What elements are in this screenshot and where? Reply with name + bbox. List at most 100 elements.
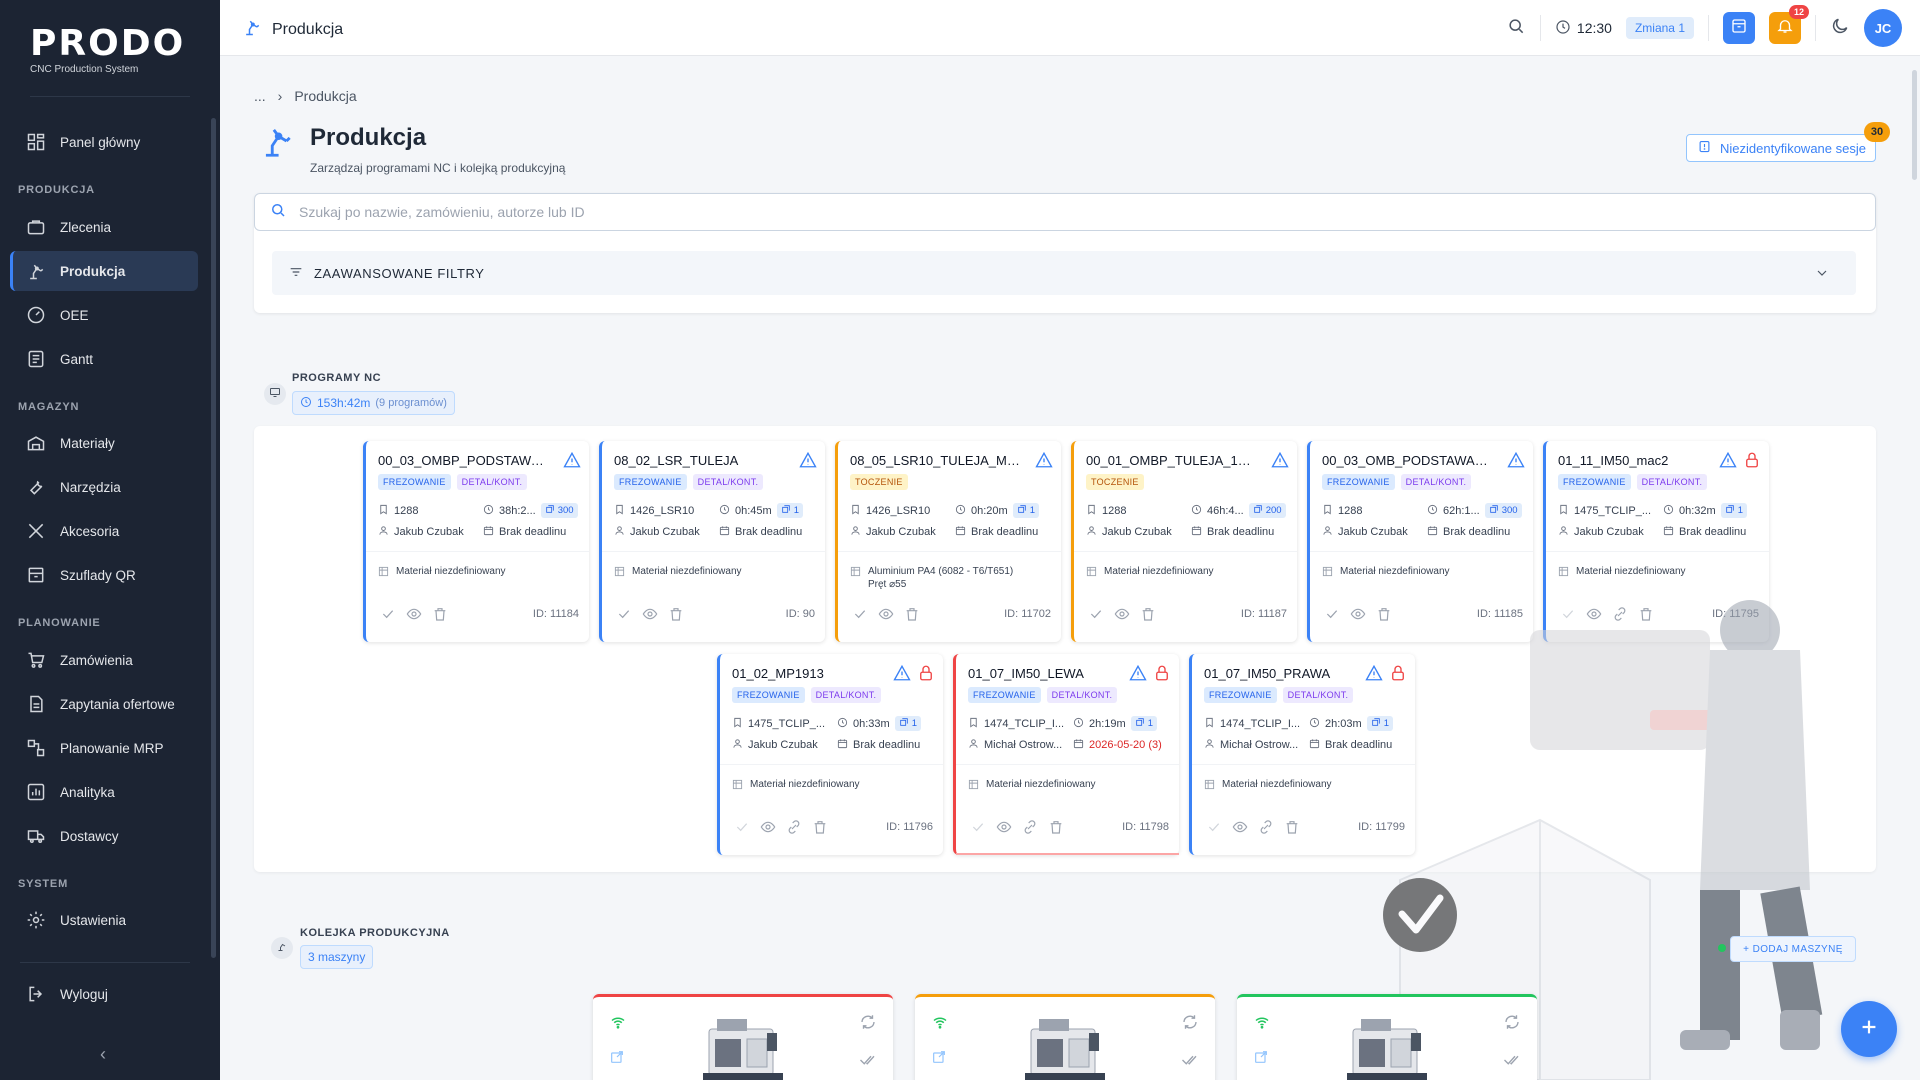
archive-button[interactable]	[1723, 12, 1755, 44]
program-name[interactable]: 01_02_MP1913	[732, 666, 902, 681]
sidebar-item-ustawienia[interactable]: Ustawienia	[10, 900, 198, 940]
program-card[interactable]: 01_11_IM50_mac2 FREZOWANIE DETAL/KONT. 1475…	[1543, 441, 1769, 642]
warning-icon[interactable]	[799, 451, 817, 472]
preview-button[interactable]	[1114, 606, 1130, 625]
preview-button[interactable]	[1586, 606, 1602, 625]
sync-button[interactable]	[859, 1013, 877, 1036]
sync-button[interactable]	[1181, 1013, 1199, 1036]
advanced-filters-toggle[interactable]: ZAAWANSOWANE FILTRY	[272, 251, 1856, 295]
program-name[interactable]: 01_07_IM50_LEWA	[968, 666, 1138, 681]
warning-icon[interactable]	[1507, 451, 1525, 472]
open-external-button[interactable]	[609, 1049, 625, 1070]
add-fab-button[interactable]	[1841, 1001, 1897, 1057]
machine-card[interactable]	[1237, 994, 1537, 1080]
machine-card[interactable]	[593, 994, 893, 1080]
warning-icon[interactable]	[1719, 451, 1737, 472]
warning-icon[interactable]	[563, 451, 581, 472]
lock-icon[interactable]	[917, 664, 935, 685]
link-button[interactable]	[786, 819, 802, 838]
double-check-button[interactable]	[1503, 1051, 1521, 1074]
program-name[interactable]: 08_05_LSR10_TULEJA_MAC1_co...	[850, 453, 1020, 468]
program-name[interactable]: 01_07_IM50_PRAWA	[1204, 666, 1374, 681]
double-check-button[interactable]	[859, 1051, 877, 1074]
sidebar-item-planowanie-mrp[interactable]: Planowanie MRP	[10, 728, 198, 768]
delete-button[interactable]	[432, 606, 448, 625]
preview-button[interactable]	[1232, 819, 1248, 838]
warning-icon[interactable]	[1035, 451, 1053, 472]
search-field[interactable]	[254, 193, 1876, 231]
program-card[interactable]: 01_07_IM50_LEWA FREZOWANIE DETAL/KONT. 1474…	[953, 654, 1179, 855]
sidebar-item-materialy[interactable]: Materiały	[10, 423, 198, 463]
program-card[interactable]: 00_03_OMBP_PODSTAWA_M... FREZOWANIE DETAL/…	[363, 441, 589, 642]
program-card[interactable]: 00_01_OMBP_TULEJA_150_... TOCZENIE 1288 46h…	[1071, 441, 1297, 642]
approve-button[interactable]	[970, 819, 986, 838]
delete-button[interactable]	[668, 606, 684, 625]
sidebar-item-analityka[interactable]: Analityka	[10, 772, 198, 812]
app-logo[interactable]: PRODO CNC Production System	[30, 26, 185, 76]
warning-icon[interactable]	[893, 664, 911, 685]
approve-button[interactable]	[380, 606, 396, 625]
lock-icon[interactable]	[1389, 664, 1407, 685]
notifications-button[interactable]: 12	[1769, 5, 1809, 44]
approve-button[interactable]	[1088, 606, 1104, 625]
program-name[interactable]: 01_11_IM50_mac2	[1558, 453, 1728, 468]
machine-card[interactable]	[915, 994, 1215, 1080]
approve-button[interactable]	[616, 606, 632, 625]
add-machine-button[interactable]: + DODAJ MASZYNĘ	[1730, 936, 1856, 962]
link-button[interactable]	[1612, 606, 1628, 625]
approve-button[interactable]	[1206, 819, 1222, 838]
sidebar-item-zlecenia[interactable]: Zlecenia	[10, 207, 198, 247]
double-check-button[interactable]	[1181, 1051, 1199, 1074]
lock-icon[interactable]	[1153, 664, 1171, 685]
approve-button[interactable]	[1560, 606, 1576, 625]
lock-icon[interactable]	[1743, 451, 1761, 472]
preview-button[interactable]	[878, 606, 894, 625]
sidebar-item-narzedzia[interactable]: Narzędzia	[10, 467, 198, 507]
program-name[interactable]: 00_03_OMB_PODSTAWA_MAC	[1322, 453, 1492, 468]
sidebar-item-panel-glowny[interactable]: Panel główny	[10, 122, 198, 162]
open-external-button[interactable]	[1253, 1049, 1269, 1070]
delete-button[interactable]	[1284, 819, 1300, 838]
program-card[interactable]: 08_02_LSR_TULEJA FREZOWANIE DETAL/KONT. 142…	[599, 441, 825, 642]
page-scrollbar[interactable]	[1912, 70, 1917, 180]
sidebar-item-gantt[interactable]: Gantt	[10, 339, 198, 379]
approve-button[interactable]	[852, 606, 868, 625]
link-button[interactable]	[1022, 819, 1038, 838]
search-input[interactable]	[299, 204, 1699, 220]
sidebar-item-szuflady-qr[interactable]: Szuflady QR	[10, 555, 198, 595]
preview-button[interactable]	[760, 819, 776, 838]
warning-icon[interactable]	[1129, 664, 1147, 685]
sidebar-item-zapytania-ofertowe[interactable]: Zapytania ofertowe	[10, 684, 198, 724]
sidebar-item-dostawcy[interactable]: Dostawcy	[10, 816, 198, 856]
preview-button[interactable]	[1350, 606, 1366, 625]
dark-mode-toggle[interactable]	[1830, 16, 1850, 41]
program-card[interactable]: 01_02_MP1913 FREZOWANIE DETAL/KONT. 1475_TC…	[717, 654, 943, 855]
collapse-sidebar-button[interactable]: ‹	[100, 1044, 106, 1065]
sidebar-item-akcesoria[interactable]: Akcesoria	[10, 511, 198, 551]
sidebar-item-produkcja[interactable]: Produkcja	[10, 251, 198, 291]
delete-button[interactable]	[1048, 819, 1064, 838]
sidebar-item-wyloguj[interactable]: Wyloguj	[10, 974, 198, 1014]
approve-button[interactable]	[1324, 606, 1340, 625]
sync-button[interactable]	[1503, 1013, 1521, 1036]
delete-button[interactable]	[904, 606, 920, 625]
delete-button[interactable]	[1140, 606, 1156, 625]
program-card[interactable]: 00_03_OMB_PODSTAWA_MAC FREZOWANIE DETAL/KO…	[1307, 441, 1533, 642]
avatar[interactable]: JC	[1864, 9, 1902, 47]
delete-button[interactable]	[1638, 606, 1654, 625]
link-button[interactable]	[1258, 819, 1274, 838]
sidebar-item-oee[interactable]: OEE	[10, 295, 198, 335]
sidebar-item-zamowienia[interactable]: Zamówienia	[10, 640, 198, 680]
unidentified-sessions-button[interactable]: Niezidentyfikowane sesje	[1686, 134, 1876, 162]
delete-button[interactable]	[1376, 606, 1392, 625]
shift-badge[interactable]: Zmiana 1	[1625, 17, 1694, 39]
program-card[interactable]: 01_07_IM50_PRAWA FREZOWANIE DETAL/KONT. 147…	[1189, 654, 1415, 855]
breadcrumb-ellipsis[interactable]: ...	[254, 88, 266, 104]
sidebar-scrollbar[interactable]	[211, 118, 216, 958]
warning-icon[interactable]	[1365, 664, 1383, 685]
preview-button[interactable]	[996, 819, 1012, 838]
open-external-button[interactable]	[931, 1049, 947, 1070]
preview-button[interactable]	[642, 606, 658, 625]
program-name[interactable]: 00_01_OMBP_TULEJA_150_...	[1086, 453, 1256, 468]
program-name[interactable]: 00_03_OMBP_PODSTAWA_M...	[378, 453, 548, 468]
